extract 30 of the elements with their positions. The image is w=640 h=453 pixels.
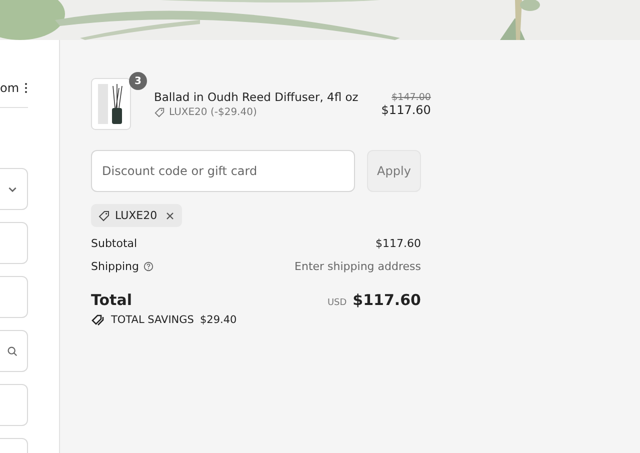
total-savings-label: TOTAL SAVINGS [111, 314, 194, 326]
product-name: Ballad in Oudh Reed Diffuser, 4fl oz [154, 90, 358, 104]
help-icon[interactable] [143, 261, 154, 272]
tag-icon [154, 107, 165, 118]
tags-icon [91, 314, 105, 326]
select-field[interactable] [0, 168, 28, 210]
subtotal-value: $117.60 [376, 237, 421, 250]
input-field[interactable] [0, 330, 28, 372]
total-savings-value: $29.40 [200, 314, 237, 326]
total-value: $117.60 [352, 291, 421, 309]
shipping-value: Enter shipping address [294, 260, 421, 273]
quantity-badge: 3 [129, 72, 147, 90]
currency-code: USD [327, 298, 347, 308]
discount-code-field[interactable]: Discount code or gift card [91, 150, 355, 192]
tag-icon [98, 210, 110, 222]
item-price: $117.60 [381, 102, 431, 116]
search-icon [7, 346, 18, 356]
input-field[interactable] [0, 276, 28, 318]
item-discount: LUXE20 (-$29.40) [169, 107, 257, 118]
shipping-label: Shipping [91, 260, 139, 273]
discount-code: LUXE20 [115, 209, 158, 222]
original-price: $147.00 [392, 92, 431, 102]
contact-email: om [0, 81, 20, 95]
input-field[interactable] [0, 384, 28, 426]
more-options-icon[interactable] [24, 82, 28, 94]
input-field[interactable] [0, 222, 28, 264]
product-image [91, 78, 131, 130]
total-label: Total [91, 291, 132, 309]
subtotal-label: Subtotal [91, 237, 138, 250]
close-icon[interactable] [165, 210, 176, 220]
